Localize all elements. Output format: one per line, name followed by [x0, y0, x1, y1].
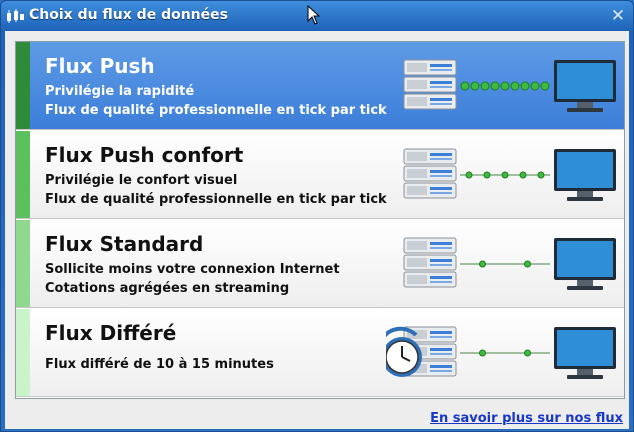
learn-more-link[interactable]: En savoir plus sur nos flux [430, 411, 623, 426]
dense-dots-connection-icon [403, 59, 616, 112]
option-description-line-2: Cotations agrégées en streaming [45, 281, 290, 296]
option-description-line-1: Privilégie la rapidité [45, 84, 195, 99]
connection-dot [465, 171, 473, 179]
connection-dot [520, 81, 530, 91]
option-description-line-2: Flux de qualité professionnelle en tick … [45, 192, 387, 207]
connection-dot [540, 81, 550, 91]
connection-dot [524, 349, 531, 357]
option-flux-push[interactable]: Flux Push Privilégie la rapidité Flux de… [16, 42, 624, 130]
option-title: Flux Push confort [45, 143, 244, 167]
monitor-icon [554, 327, 616, 379]
server-stack-icon [403, 148, 457, 199]
connection-dot [470, 81, 480, 91]
dialog-content: Flux Push Privilégie la rapidité Flux de… [5, 31, 629, 429]
sparse-dots-connection-icon [403, 237, 616, 290]
option-description-line-1: Privilégie le confort visuel [45, 173, 238, 188]
feed-options-list: Flux Push Privilégie la rapidité Flux de… [15, 41, 625, 399]
medium-dots-connection-icon [403, 148, 616, 201]
connection-dot [480, 81, 490, 91]
server-stack-icon [403, 59, 457, 110]
title-bar[interactable]: Choix du flux de données ✕ [1, 1, 633, 31]
option-color-bar [16, 131, 30, 218]
option-title: Flux Standard [45, 232, 204, 256]
monitor-icon [554, 60, 616, 112]
option-flux-standard[interactable]: Flux Standard Sollicite moins votre conn… [16, 220, 624, 308]
option-description-line-1: Flux différé de 10 à 15 minutes [45, 357, 274, 372]
connection-dot [479, 349, 486, 357]
candlestick-chart-icon [7, 9, 24, 23]
mouse-pointer-icon [307, 5, 321, 25]
option-title: Flux Différé [45, 321, 177, 345]
option-color-bar [16, 220, 30, 307]
option-color-bar [16, 309, 30, 396]
connection-dot [501, 171, 509, 179]
connection-dot [500, 81, 510, 91]
option-description-line-1: Sollicite moins votre connexion Internet [45, 262, 340, 277]
connection-dot [460, 81, 470, 91]
dialog-window: Choix du flux de données ✕ Flux Push Pri… [0, 0, 634, 432]
option-title: Flux Push [45, 54, 155, 78]
connection-dot [490, 81, 500, 91]
close-button[interactable]: ✕ [607, 6, 629, 26]
option-description-line-2: Flux de qualité professionnelle en tick … [45, 103, 387, 118]
connection-dot [537, 171, 545, 179]
option-flux-push-confort[interactable]: Flux Push confort Privilégie le confort … [16, 131, 624, 219]
option-color-bar [16, 42, 30, 129]
connection-dot [524, 260, 531, 268]
connection-dot [519, 171, 527, 179]
connection-dot [530, 81, 540, 91]
connection-dot [483, 171, 491, 179]
monitor-icon [554, 238, 616, 290]
monitor-icon [554, 149, 616, 201]
delayed-clock-icon [386, 326, 616, 379]
option-flux-differe[interactable]: Flux Différé Flux différé de 10 à 15 min… [16, 309, 624, 397]
connection-dot [510, 81, 520, 91]
connection-dot [479, 260, 486, 268]
server-stack-icon [403, 237, 457, 288]
window-title: Choix du flux de données [29, 7, 228, 23]
